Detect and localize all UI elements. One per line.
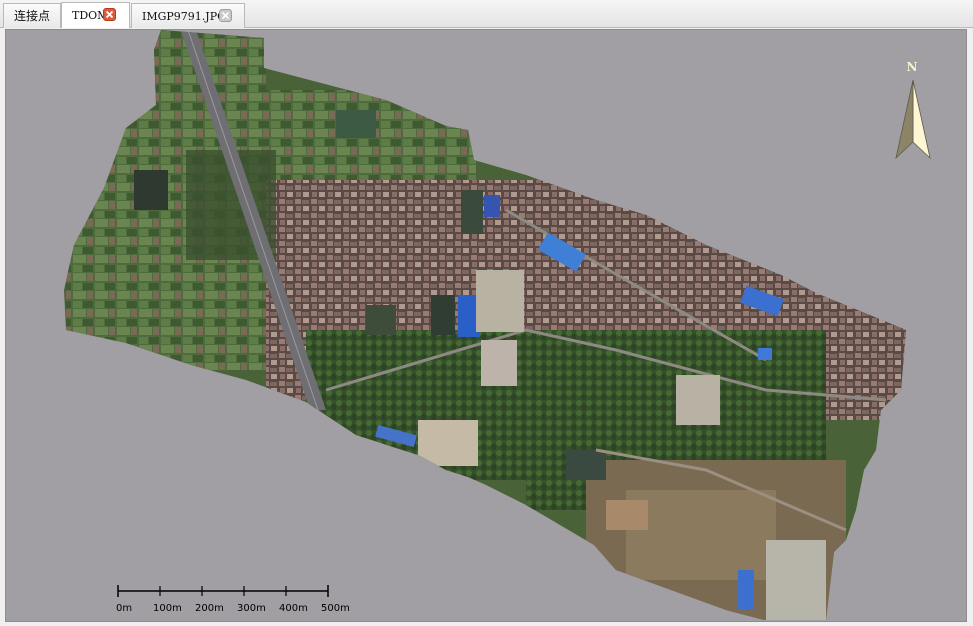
scale-label: 300m bbox=[237, 603, 266, 614]
tab-imgp9791[interactable]: IMGP9791.JPG bbox=[131, 3, 245, 28]
close-icon[interactable] bbox=[219, 9, 232, 22]
scale-label: 500m bbox=[321, 603, 350, 614]
scale-label: 200m bbox=[195, 603, 224, 614]
north-label: N bbox=[906, 60, 918, 74]
tab-connection-points[interactable]: 连接点 bbox=[3, 3, 61, 28]
scale-label: 400m bbox=[279, 603, 308, 614]
north-arrow: N bbox=[892, 60, 932, 164]
scale-label: 100m bbox=[153, 603, 182, 614]
scale-bar: 0m 100m 200m 300m 400m 500m bbox=[114, 584, 354, 618]
map-viewport[interactable]: N 0m 100m 200m 300m 400m 500m bbox=[5, 29, 967, 622]
tab-label: 连接点 bbox=[14, 9, 51, 23]
close-icon[interactable] bbox=[103, 8, 116, 21]
scale-bar-ruler bbox=[117, 585, 329, 597]
orthophoto-image bbox=[64, 30, 906, 620]
scale-label: 0m bbox=[116, 603, 133, 614]
tab-tdom[interactable]: TDOM bbox=[61, 2, 130, 28]
tab-label: IMGP9791.JPG bbox=[142, 10, 226, 23]
tab-bar: 连接点 TDOM IMGP9791.JPG bbox=[0, 0, 973, 28]
north-arrow-icon bbox=[895, 80, 931, 160]
